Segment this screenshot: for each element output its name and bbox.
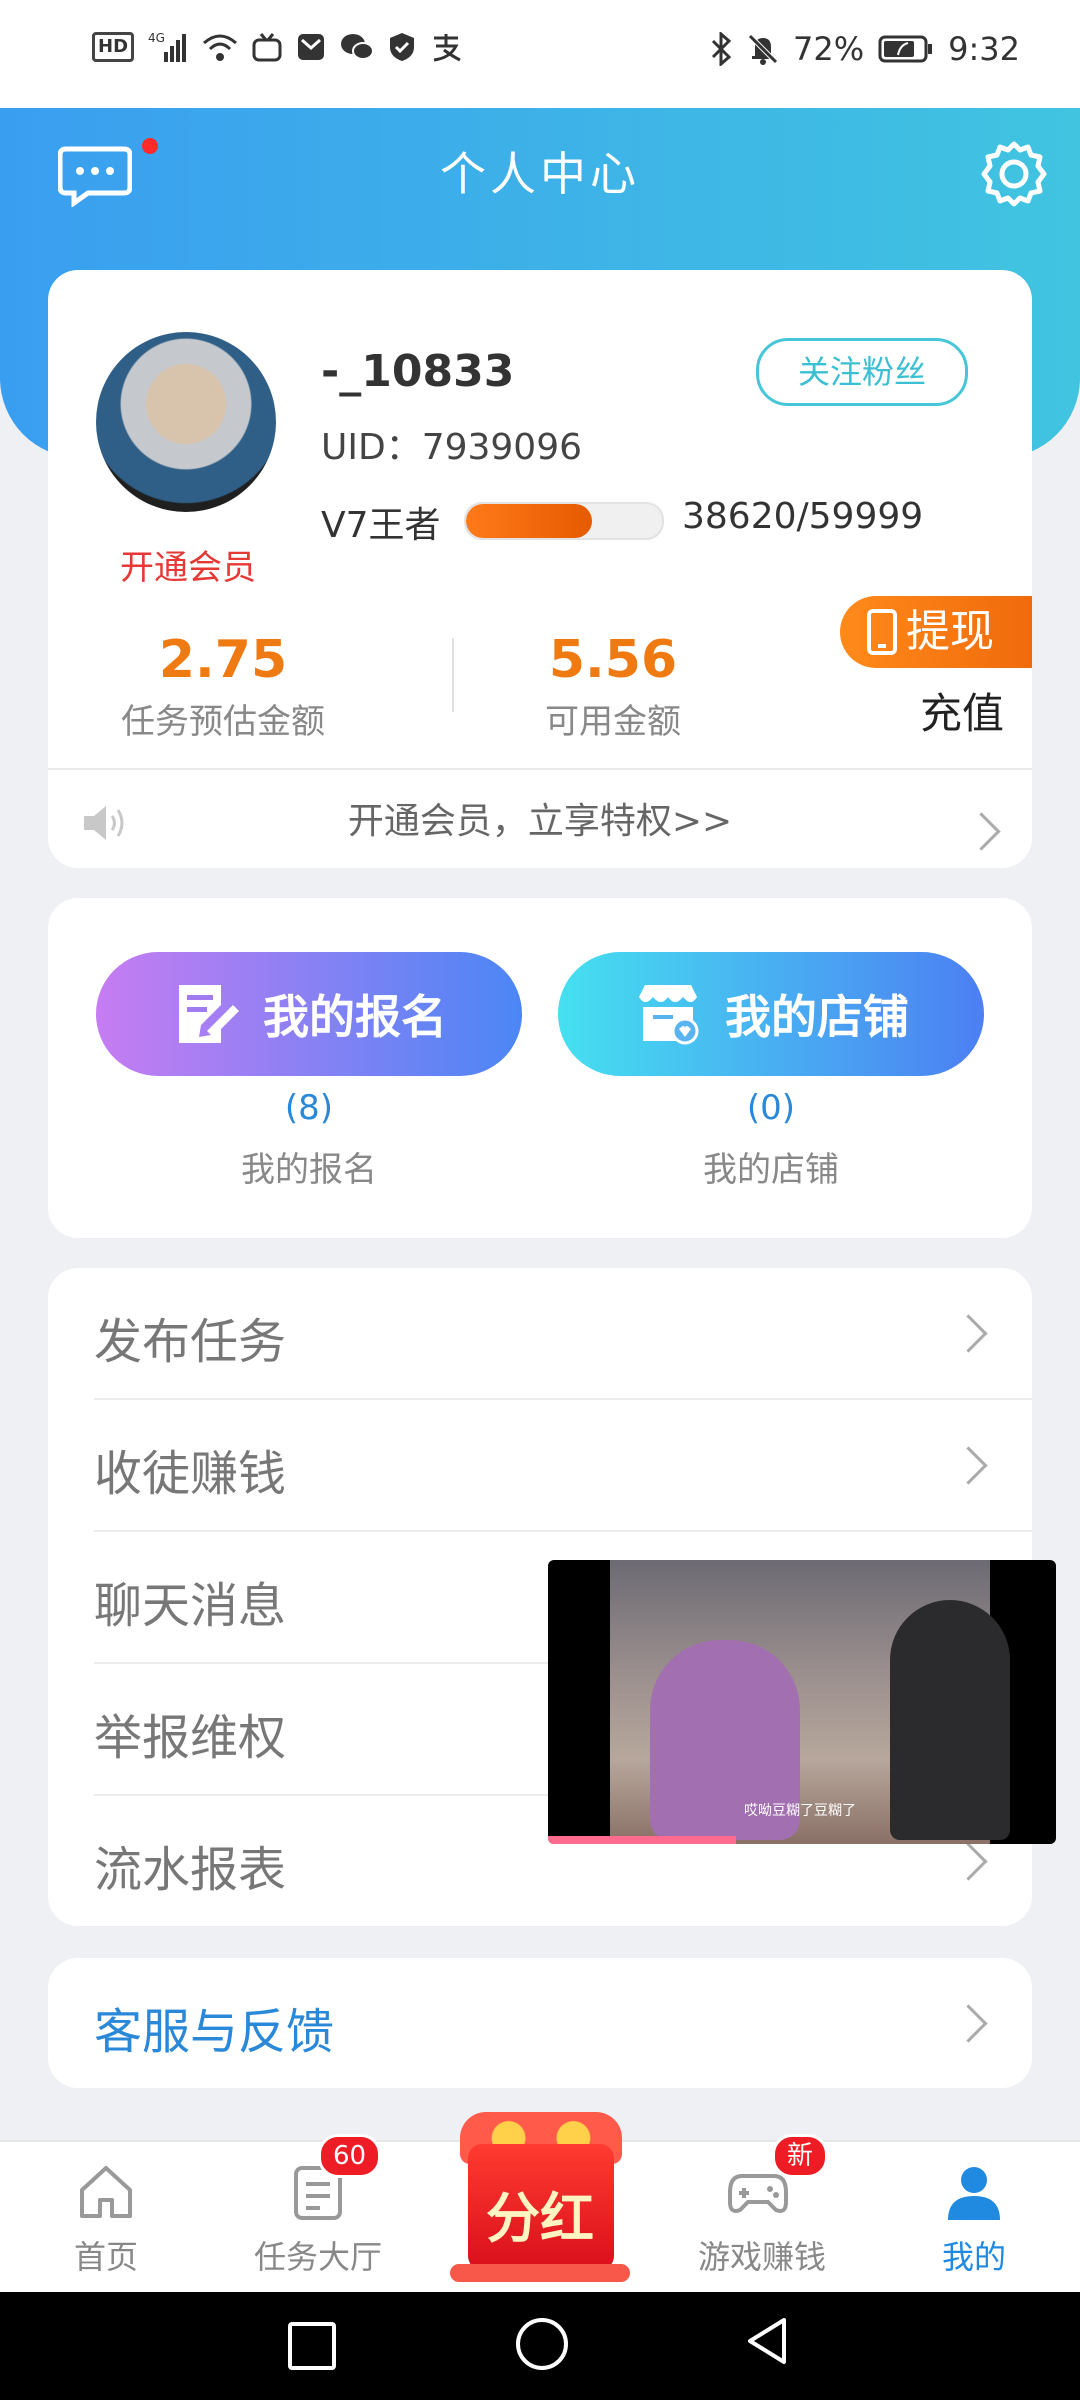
video-frame: 哎呦豆糊了豆糊了 [610,1560,1010,1844]
menu-item-recruit-earn[interactable]: 收徒赚钱 [94,1400,1032,1532]
user-icon [948,2167,1000,2220]
home-button-icon[interactable] [516,2318,568,2370]
my-shop-button[interactable]: 我的店铺 [558,952,984,1076]
user-id: UID：7939096 [321,427,583,468]
menu-item-label: 收徒赚钱 [94,1446,287,1502]
username: -_10833 [321,346,515,397]
recharge-button[interactable]: 充值 [920,680,1004,741]
task-estimate-stat[interactable]: 2.75 任务预估金额 [98,630,348,743]
back-icon[interactable] [744,2316,788,2366]
menu-item-publish-task[interactable]: 发布任务 [94,1268,1032,1400]
recent-apps-icon[interactable] [288,2322,336,2370]
new-badge: 新 [772,2134,829,2178]
battery-icon [878,35,933,63]
withdraw-button[interactable]: 提现 [840,596,1032,668]
dividend-base [450,2264,630,2282]
status-icons-left: HD 4G [92,30,462,64]
store-icon [639,985,699,1045]
video-progress-bar [548,1836,736,1844]
service-feedback-card[interactable]: 客服与反馈 [48,1958,1032,2088]
shortcut-card: 我的报名 我的店铺 (8) 我的报名 (0) 我的店铺 [48,898,1032,1238]
nav-label: 游戏赚钱 [697,2238,826,2276]
floating-video-player[interactable]: 哎呦豆糊了豆糊了 [548,1560,1056,1844]
edit-form-icon [179,985,239,1043]
shop-count: (0) [746,1088,796,1128]
available-amount-stat[interactable]: 5.56 可用金额 [488,630,738,743]
message-icon [298,34,325,60]
my-signup-button-label: 我的报名 [263,990,447,1044]
level-progress-bar [464,502,664,540]
service-feedback-label: 客服与反馈 [94,2004,335,2060]
chevron-right-icon [949,1446,988,1485]
mute-bell-icon [748,34,778,65]
nav-label: 首页 [73,2238,138,2276]
my-shop-button-label: 我的店铺 [725,990,909,1044]
dividend-label: 分红 [486,2187,594,2250]
4g-signal-icon: 4G [148,31,187,62]
menu-item-label: 聊天消息 [94,1578,287,1634]
task-estimate-value: 2.75 [158,630,288,690]
home-icon [80,2166,132,2218]
battery-percent: 72% [793,30,865,68]
task-count-badge: 60 [318,2134,382,2178]
level-progress-fill [466,504,593,538]
nav-task-hall[interactable]: 任务大厅 60 [248,2134,388,2294]
phone-icon [867,609,897,655]
nav-home[interactable]: 首页 [36,2142,176,2294]
divider [48,768,1032,770]
tv-icon [252,33,282,62]
menu-item-label: 发布任务 [94,1314,287,1370]
alipay-icon [433,34,461,62]
avatar[interactable] [96,332,276,512]
nav-game-earn[interactable]: 游戏赚钱 新 [692,2134,832,2294]
available-amount-label: 可用金额 [545,702,681,742]
follow-fans-button[interactable]: 关注粉丝 [756,338,968,406]
menu-item-label: 举报维权 [94,1710,287,1766]
signup-count: (8) [284,1088,334,1128]
vip-notice[interactable]: 开通会员，立享特权>> [48,792,1032,844]
clock: 9:32 [948,30,1020,68]
menu-item-label: 流水报表 [94,1842,287,1898]
status-bar: HD 4G 72% 9:32 [0,0,1080,108]
profile-card: 开通会员 -_10833 UID：7939096 关注粉丝 V7王者 38620… [48,270,1032,868]
page-title: 个人中心 [440,147,640,201]
status-icons-right: 72% 9:32 [709,30,1020,68]
hd-icon: HD [92,32,135,62]
video-subtitle: 哎呦豆糊了豆糊了 [744,1803,856,1819]
withdraw-label: 提现 [906,606,994,657]
nav-mine[interactable]: 我的 [904,2142,1044,2294]
shop-label[interactable]: 我的店铺 [558,1142,984,1191]
bluetooth-icon [711,32,732,66]
nav-dividend[interactable]: 分红 [450,2104,630,2284]
stat-divider [452,638,454,712]
available-amount-value: 5.56 [548,630,678,690]
gear-icon[interactable] [980,140,1048,208]
my-signup-button[interactable]: 我的报名 [96,952,522,1076]
nav-label: 我的 [941,2238,1006,2276]
level-name: V7王者 [321,505,441,546]
level-progress-text: 38620/59999 [682,496,924,537]
wifi-icon [203,34,238,61]
chevron-right-icon [949,1842,988,1881]
svg-text:4G: 4G [148,31,165,45]
chevron-right-icon [949,2004,988,2043]
shield-icon [390,33,415,61]
chevron-right-icon [949,1314,988,1353]
nav-label: 任务大厅 [253,2238,382,2276]
task-estimate-label: 任务预估金额 [121,702,325,742]
signup-label[interactable]: 我的报名 [96,1142,522,1191]
wechat-icon [341,34,375,60]
open-vip-link[interactable]: 开通会员 [108,540,268,589]
